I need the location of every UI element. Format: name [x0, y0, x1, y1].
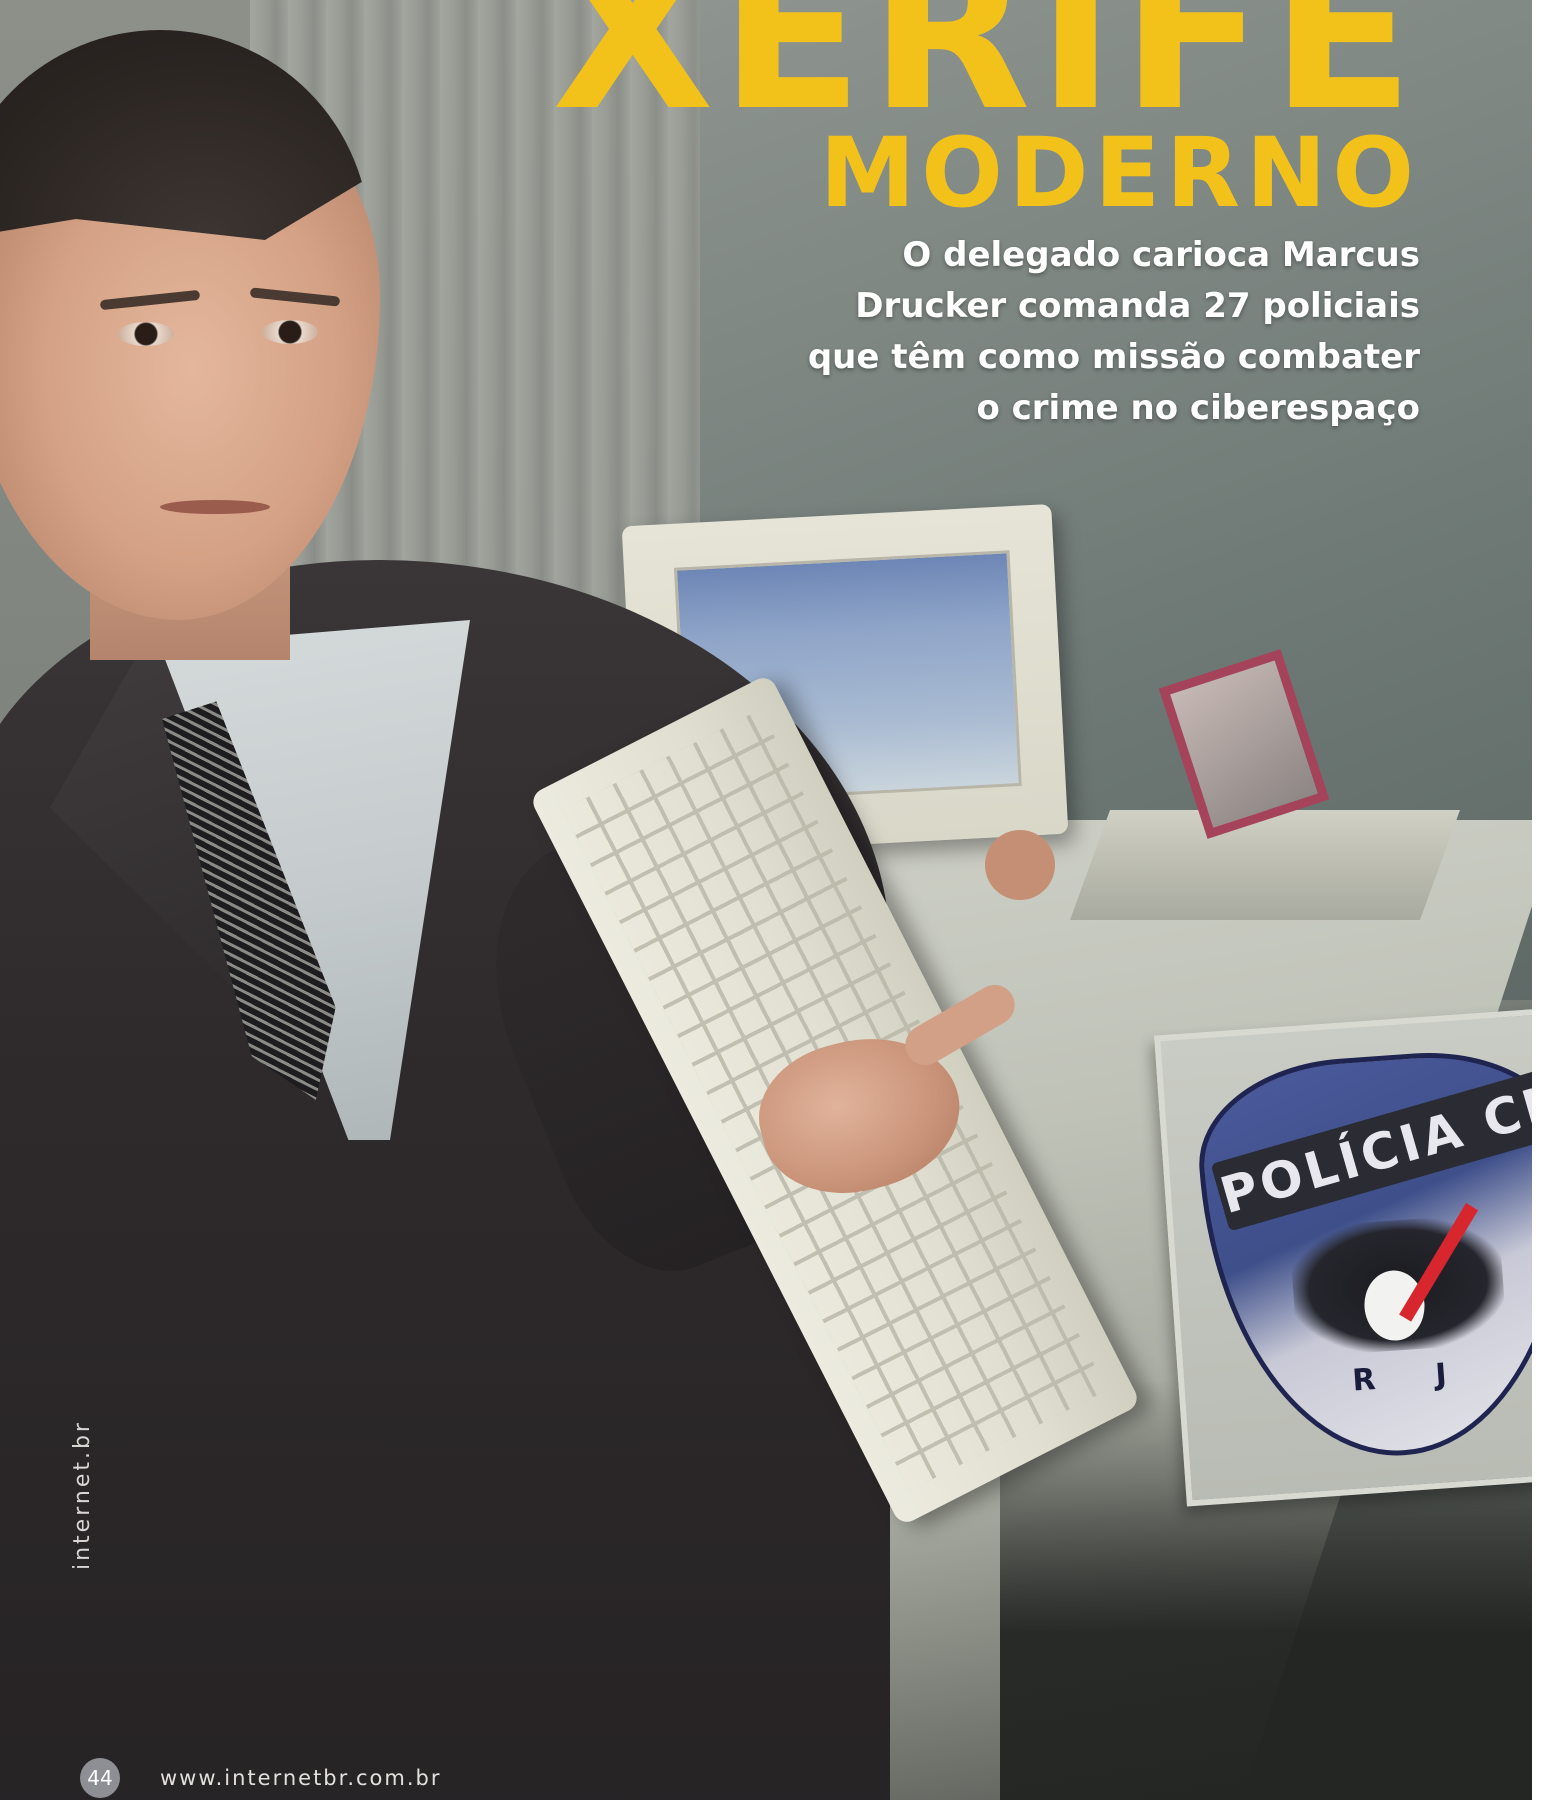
magazine-page: POLÍCIA CI RJ XERIFE MODERNO O delegado … — [0, 0, 1546, 1800]
deck-line: que têm como missão combater — [807, 337, 1420, 377]
website-url: www.internetbr.com.br — [160, 1766, 442, 1790]
computer-base — [1069, 810, 1461, 920]
police-badge: POLÍCIA CI RJ — [1192, 1043, 1546, 1469]
badge-letters: RJ — [1351, 1352, 1508, 1399]
article-deck: O delegado carioca Marcus Drucker comand… — [730, 230, 1420, 434]
page-margin — [1532, 0, 1546, 1800]
deck-line: O delegado carioca Marcus — [902, 235, 1420, 275]
headline: MODERNO — [819, 117, 1420, 229]
magazine-brand: internet.br — [70, 1420, 95, 1570]
right-eye — [262, 320, 318, 344]
hand-top — [985, 830, 1055, 900]
badge-banner-text: POLÍCIA CI — [1210, 1070, 1546, 1232]
left-eye — [118, 322, 174, 346]
headline-kicker: XERIFE — [551, 0, 1420, 157]
deck-line: Drucker comanda 27 policiais — [855, 286, 1420, 326]
mouth — [160, 500, 270, 514]
page-number: 44 — [80, 1758, 120, 1798]
deck-line: o crime no ciberespaço — [976, 388, 1420, 428]
police-sign: POLÍCIA CI RJ — [1154, 1005, 1546, 1507]
